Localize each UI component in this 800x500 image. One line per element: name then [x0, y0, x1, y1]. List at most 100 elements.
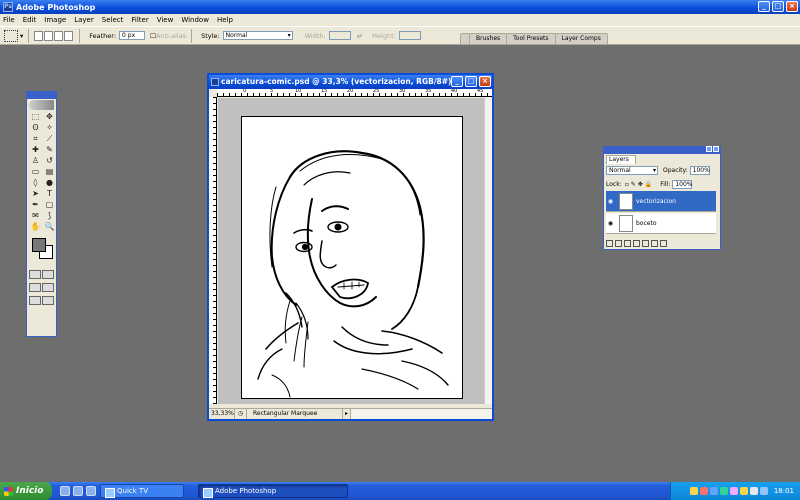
layer-mask-icon[interactable] — [624, 240, 631, 247]
link-layers-icon[interactable] — [606, 240, 613, 247]
new-group-icon[interactable] — [642, 240, 649, 247]
trash-icon[interactable] — [660, 240, 667, 247]
crop-tool-icon[interactable]: ⌗ — [29, 133, 42, 144]
taskbar-button-quicktv[interactable]: Quick TV — [100, 484, 184, 498]
tab-tool-presets[interactable]: Tool Presets — [506, 33, 556, 44]
feather-input[interactable]: 0 px — [119, 31, 146, 40]
new-layer-icon[interactable] — [651, 240, 658, 247]
doc-close-button[interactable]: × — [479, 76, 491, 87]
layer-boceto[interactable]: ◉ boceto — [606, 213, 716, 234]
swap-icon[interactable]: ⇄ — [357, 32, 362, 40]
eye-icon[interactable]: ◉ — [606, 198, 615, 205]
clone-stamp-icon[interactable]: ♙ — [29, 155, 42, 166]
intersect-selection-button[interactable] — [64, 30, 74, 41]
type-tool-icon[interactable]: T — [43, 188, 56, 199]
pen-tool-icon[interactable]: ✒ — [29, 199, 42, 210]
close-button[interactable]: × — [786, 1, 798, 12]
quick-mask-button[interactable] — [42, 270, 54, 279]
tray-icon[interactable] — [689, 487, 698, 495]
menu-image[interactable]: Image — [44, 16, 66, 24]
shape-tool-icon[interactable]: ▢ — [43, 199, 56, 210]
tray-icon[interactable] — [729, 487, 738, 495]
vertical-scrollbar[interactable] — [484, 97, 492, 404]
doc-maximize-button[interactable]: □ — [465, 76, 477, 87]
width-input[interactable] — [328, 31, 351, 40]
screen-mode-standard-button[interactable] — [29, 283, 41, 292]
doc-minimize-button[interactable]: _ — [451, 76, 463, 87]
gradient-tool-icon[interactable]: ▤ — [43, 166, 56, 177]
canvas-area[interactable] — [218, 98, 484, 404]
horizontal-scrollbar[interactable] — [351, 409, 492, 419]
blend-mode-select[interactable]: Normal ▾ — [606, 166, 658, 175]
zoom-tool-icon[interactable]: 🔍 — [43, 221, 56, 232]
subtract-selection-button[interactable] — [54, 30, 64, 41]
menu-help[interactable]: Help — [217, 16, 233, 24]
style-select[interactable]: Normal ▾ — [222, 31, 293, 40]
tray-icon[interactable] — [709, 487, 718, 495]
color-swatches[interactable] — [29, 236, 54, 266]
eraser-tool-icon[interactable]: ▭ — [29, 166, 42, 177]
zoom-level[interactable]: 33,33% — [209, 409, 235, 419]
minimize-button[interactable]: _ — [758, 1, 770, 12]
document-titlebar[interactable]: caricatura-comic.psd @ 33,3% (vectorizac… — [209, 75, 492, 89]
layer-style-icon[interactable] — [615, 240, 622, 247]
quick-launch-ie-icon[interactable] — [60, 486, 70, 496]
volume-icon[interactable] — [759, 487, 768, 495]
opacity-input[interactable]: 100% — [689, 166, 710, 175]
tray-icon[interactable] — [739, 487, 748, 495]
dodge-tool-icon[interactable]: ● — [43, 177, 56, 188]
menu-file[interactable]: File — [3, 16, 15, 24]
tab-layer-comps[interactable]: Layer Comps — [554, 33, 608, 44]
standard-mode-button[interactable] — [29, 270, 41, 279]
menu-edit[interactable]: Edit — [23, 16, 37, 24]
adjustment-layer-icon[interactable] — [633, 240, 640, 247]
eye-icon[interactable]: ◉ — [606, 220, 615, 227]
horizontal-ruler[interactable]: 0 5 10 15 20 25 30 35 40 45 — [217, 89, 492, 97]
maximize-button[interactable]: □ — [772, 1, 784, 12]
screen-mode-full-button[interactable] — [29, 296, 41, 305]
vertical-ruler[interactable] — [209, 97, 217, 404]
tray-icon[interactable] — [749, 487, 758, 495]
add-selection-button[interactable] — [44, 30, 54, 41]
eyedropper-icon[interactable]: ⟆ — [43, 210, 56, 221]
foreground-color-swatch[interactable] — [32, 238, 46, 252]
palette-minimize-button[interactable] — [706, 146, 712, 152]
start-button[interactable]: Inicio — [0, 482, 52, 500]
new-selection-button[interactable] — [34, 30, 44, 41]
move-tool-icon[interactable]: ✥ — [43, 111, 56, 122]
menu-select[interactable]: Select — [102, 16, 124, 24]
slice-tool-icon[interactable]: ⟋ — [43, 133, 56, 144]
healing-brush-icon[interactable]: ✚ — [29, 144, 42, 155]
lasso-tool-icon[interactable]: ʘ — [29, 122, 42, 133]
notes-tool-icon[interactable]: ✉ — [29, 210, 42, 221]
marquee-tool-icon[interactable]: ⬚ — [29, 111, 42, 122]
quick-launch-media-icon[interactable] — [86, 486, 96, 496]
path-selection-icon[interactable]: ➤ — [29, 188, 42, 199]
tab-brushes[interactable]: Brushes — [469, 33, 508, 44]
hand-tool-icon[interactable]: ✋ — [29, 221, 42, 232]
blur-tool-icon[interactable]: ◊ — [29, 177, 42, 188]
status-icon[interactable]: ◷ — [235, 409, 247, 419]
magic-wand-icon[interactable]: ✧ — [43, 122, 56, 133]
fill-input[interactable]: 100% — [672, 180, 693, 189]
screen-mode-full-menu-button[interactable] — [42, 283, 54, 292]
tool-preset-picker[interactable] — [4, 29, 18, 42]
palette-close-button[interactable] — [713, 146, 719, 152]
brush-tool-icon[interactable]: ✎ — [43, 144, 56, 155]
menu-view[interactable]: View — [157, 16, 174, 24]
history-brush-icon[interactable]: ↺ — [43, 155, 56, 166]
status-menu-arrow-icon[interactable]: ▸ — [343, 409, 351, 419]
tray-icon[interactable] — [719, 487, 728, 495]
artwork-canvas[interactable] — [241, 116, 463, 399]
quick-launch-desktop-icon[interactable] — [73, 486, 83, 496]
jump-to-imageready-button[interactable] — [42, 296, 54, 305]
menu-window[interactable]: Window — [181, 16, 209, 24]
height-input[interactable] — [398, 31, 421, 40]
menu-filter[interactable]: Filter — [131, 16, 148, 24]
lock-icons[interactable]: ▫✎✥🔒 — [625, 181, 655, 188]
clock[interactable]: 18:01 — [774, 487, 794, 495]
chevron-down-icon[interactable]: ▾ — [20, 32, 23, 40]
layer-vectorizacion[interactable]: ◉ vectorizacion — [606, 191, 716, 212]
tray-icon[interactable] — [699, 487, 708, 495]
tab-layers[interactable]: Layers — [606, 155, 636, 164]
